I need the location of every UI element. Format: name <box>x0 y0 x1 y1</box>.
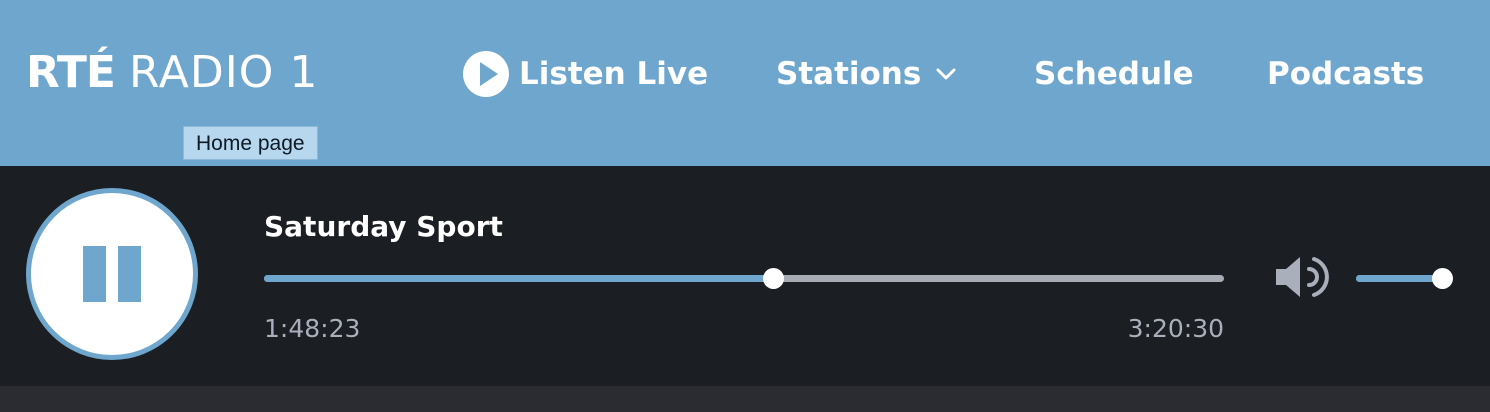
volume-fill <box>1356 275 1442 282</box>
nav-stations-label: Stations <box>776 56 922 92</box>
chevron-down-icon <box>935 67 957 81</box>
pause-icon-bar-right <box>118 246 141 302</box>
volume-thumb[interactable] <box>1432 268 1453 289</box>
progress-fill <box>264 275 773 282</box>
logo-station: RADIO 1 <box>128 46 319 98</box>
elapsed-time: 1:48:23 <box>264 314 361 343</box>
nav-stations[interactable]: Stations <box>776 48 957 100</box>
progress-slider[interactable] <box>264 268 1224 289</box>
footer-strip <box>0 386 1490 412</box>
volume-slider[interactable] <box>1356 268 1453 289</box>
play-circle-icon <box>463 51 509 97</box>
pause-icon-bar-left <box>83 246 106 302</box>
nav-podcasts[interactable]: Podcasts <box>1267 48 1424 100</box>
nav-listen-live[interactable]: Listen Live <box>463 48 708 100</box>
nav-listen-live-label: Listen Live <box>519 56 709 92</box>
nav-schedule-label: Schedule <box>1034 56 1194 92</box>
audio-player: Saturday Sport 1:48:23 3:20:30 <box>0 166 1490 386</box>
total-duration: 3:20:30 <box>1127 314 1224 343</box>
logo-brand: RTÉ <box>26 46 116 98</box>
pause-button[interactable] <box>26 188 198 360</box>
progress-thumb[interactable] <box>762 268 784 289</box>
nav-podcasts-label: Podcasts <box>1267 56 1425 92</box>
show-title: Saturday Sport <box>264 210 503 243</box>
rte-radio1-logo[interactable]: RTÉ RADIO 1 <box>26 44 318 100</box>
site-header: RTÉ RADIO 1 Home page Listen Live Statio… <box>0 0 1490 166</box>
volume-icon[interactable] <box>1272 253 1334 301</box>
home-page-tooltip: Home page <box>183 126 318 160</box>
nav-schedule[interactable]: Schedule <box>1034 48 1194 100</box>
